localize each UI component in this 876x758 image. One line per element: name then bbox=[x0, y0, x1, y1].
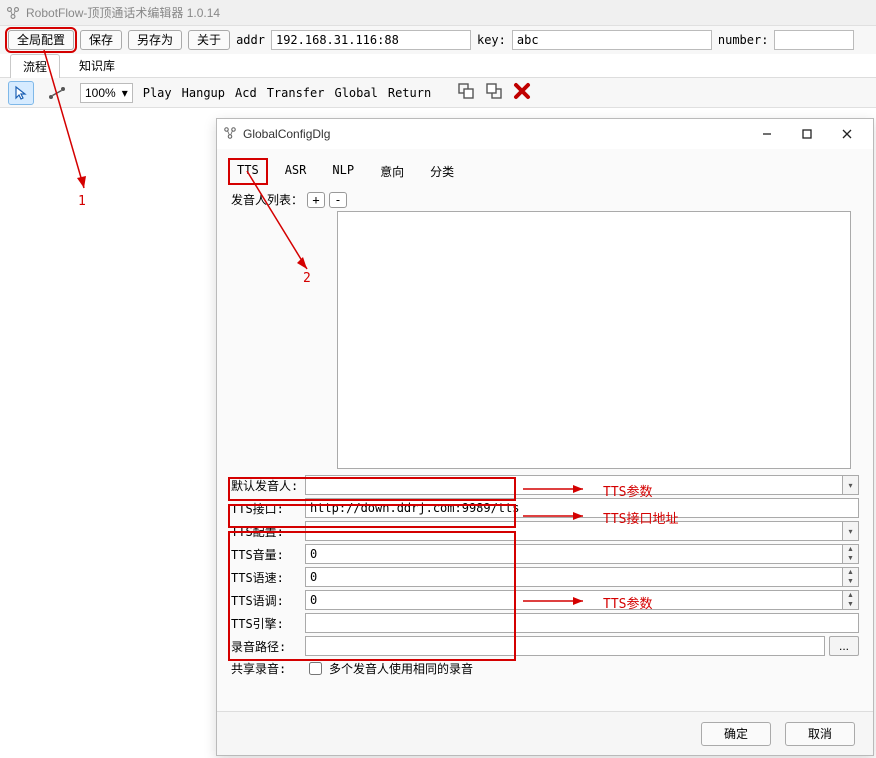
input-rec-path[interactable] bbox=[305, 636, 825, 656]
maximize-icon[interactable] bbox=[787, 121, 827, 147]
key-label: key: bbox=[477, 33, 506, 47]
dialog-tabs: TTS ASR NLP 意向 分类 bbox=[231, 157, 859, 188]
lbl-default-voice: 默认发音人: bbox=[231, 477, 305, 494]
pointer-tool-icon[interactable] bbox=[8, 81, 34, 105]
save-button[interactable]: 保存 bbox=[80, 30, 122, 50]
row-tts-config: TTS配置: ▾ bbox=[231, 521, 859, 541]
input-tts-speed[interactable] bbox=[305, 567, 843, 587]
spinner-icon[interactable]: ▲▼ bbox=[843, 544, 859, 564]
snap-back-icon[interactable] bbox=[485, 82, 503, 103]
tool-return[interactable]: Return bbox=[388, 86, 431, 100]
row-tts-api: TTS接口: bbox=[231, 498, 859, 518]
browse-button[interactable]: ... bbox=[829, 636, 859, 656]
dialog-title: GlobalConfigDlg bbox=[243, 127, 747, 141]
main-window-title: RobotFlow-顶顶通话术编辑器 1.0.14 bbox=[26, 4, 220, 21]
delete-icon[interactable] bbox=[513, 82, 531, 103]
addr-label: addr bbox=[236, 33, 265, 47]
zoom-select[interactable]: 100% ▾ bbox=[80, 83, 133, 103]
tab-knowledgebase[interactable]: 知识库 bbox=[66, 53, 128, 77]
addr-input[interactable] bbox=[271, 30, 471, 50]
minimize-icon[interactable] bbox=[747, 121, 787, 147]
lbl-tts-pitch: TTS语调: bbox=[231, 592, 305, 609]
voice-list-box[interactable] bbox=[337, 211, 851, 469]
row-share-rec: 共享录音: 多个发音人使用相同的录音 bbox=[231, 659, 859, 678]
annotation-2: 2 bbox=[303, 271, 311, 286]
dialog-body: TTS ASR NLP 意向 分类 发音人列表： + - 默认发音人: ▾ TT… bbox=[217, 149, 873, 711]
close-icon[interactable] bbox=[827, 121, 867, 147]
lbl-tts-config: TTS配置: bbox=[231, 523, 305, 540]
dlg-tab-tts[interactable]: TTS bbox=[231, 161, 265, 182]
main-toolbar: 全局配置 保存 另存为 关于 addr key: number: bbox=[0, 26, 876, 54]
dlg-tab-class[interactable]: 分类 bbox=[424, 161, 460, 182]
spinner-icon[interactable]: ▲▼ bbox=[843, 590, 859, 610]
row-tts-engine: TTS引擎: bbox=[231, 613, 859, 633]
input-tts-pitch[interactable] bbox=[305, 590, 843, 610]
remove-voice-button[interactable]: - bbox=[329, 192, 347, 208]
input-tts-config[interactable] bbox=[305, 521, 843, 541]
row-tts-volume: TTS音量: ▲▼ bbox=[231, 544, 859, 564]
dlg-tab-intent[interactable]: 意向 bbox=[374, 161, 410, 182]
spinner-icon[interactable]: ▲▼ bbox=[843, 567, 859, 587]
dlg-tab-asr[interactable]: ASR bbox=[279, 161, 313, 182]
lbl-tts-speed: TTS语速: bbox=[231, 569, 305, 586]
row-default-voice: 默认发音人: ▾ bbox=[231, 475, 859, 495]
lbl-tts-engine: TTS引擎: bbox=[231, 615, 305, 632]
dlg-tab-nlp[interactable]: NLP bbox=[326, 161, 360, 182]
main-tabs: 流程 知识库 bbox=[0, 54, 876, 78]
voice-list-row: 发音人列表： + - bbox=[231, 191, 859, 208]
key-input[interactable] bbox=[512, 30, 712, 50]
input-tts-engine[interactable] bbox=[305, 613, 859, 633]
input-default-voice[interactable] bbox=[305, 475, 843, 495]
main-titlebar: RobotFlow-顶顶通话术编辑器 1.0.14 bbox=[0, 0, 876, 26]
tool-play[interactable]: Play bbox=[143, 86, 172, 100]
tool-global[interactable]: Global bbox=[334, 86, 377, 100]
snap-front-icon[interactable] bbox=[457, 82, 475, 103]
voice-list-label: 发音人列表： bbox=[231, 191, 303, 208]
number-label: number: bbox=[718, 33, 769, 47]
lbl-share-rec: 共享录音: bbox=[231, 660, 305, 677]
tab-flow[interactable]: 流程 bbox=[10, 54, 60, 78]
input-tts-volume[interactable] bbox=[305, 544, 843, 564]
lbl-tts-api: TTS接口: bbox=[231, 500, 305, 517]
add-voice-button[interactable]: + bbox=[307, 192, 325, 208]
dialog-icon bbox=[223, 126, 237, 143]
dropdown-icon[interactable]: ▾ bbox=[843, 475, 859, 495]
row-tts-pitch: TTS语调: ▲▼ bbox=[231, 590, 859, 610]
global-config-button[interactable]: 全局配置 bbox=[8, 30, 74, 50]
lbl-tts-volume: TTS音量: bbox=[231, 546, 305, 563]
tool-acd[interactable]: Acd bbox=[235, 86, 257, 100]
row-tts-speed: TTS语速: ▲▼ bbox=[231, 567, 859, 587]
row-rec-path: 录音路径: ... bbox=[231, 636, 859, 656]
lbl-rec-path: 录音路径: bbox=[231, 638, 305, 655]
app-icon bbox=[6, 6, 20, 20]
dropdown-icon[interactable]: ▾ bbox=[843, 521, 859, 541]
save-as-button[interactable]: 另存为 bbox=[128, 30, 182, 50]
tool-transfer[interactable]: Transfer bbox=[267, 86, 325, 100]
checkbox-share-rec[interactable] bbox=[309, 662, 322, 675]
dialog-titlebar: GlobalConfigDlg bbox=[217, 119, 873, 149]
cancel-button[interactable]: 取消 bbox=[785, 722, 855, 746]
global-config-dialog: GlobalConfigDlg TTS ASR NLP 意向 分类 发音人列表：… bbox=[216, 118, 874, 756]
zoom-value: 100% bbox=[85, 86, 116, 100]
editor-toolbar: 100% ▾ Play Hangup Acd Transfer Global R… bbox=[0, 78, 876, 108]
tool-hangup[interactable]: Hangup bbox=[182, 86, 225, 100]
ok-button[interactable]: 确定 bbox=[701, 722, 771, 746]
chevron-down-icon: ▾ bbox=[122, 86, 128, 100]
connector-tool-icon[interactable] bbox=[44, 81, 70, 105]
input-tts-api[interactable] bbox=[305, 498, 859, 518]
text-share-rec: 多个发音人使用相同的录音 bbox=[329, 660, 473, 677]
number-input[interactable] bbox=[774, 30, 854, 50]
dialog-footer: 确定 取消 bbox=[217, 711, 873, 755]
about-button[interactable]: 关于 bbox=[188, 30, 230, 50]
